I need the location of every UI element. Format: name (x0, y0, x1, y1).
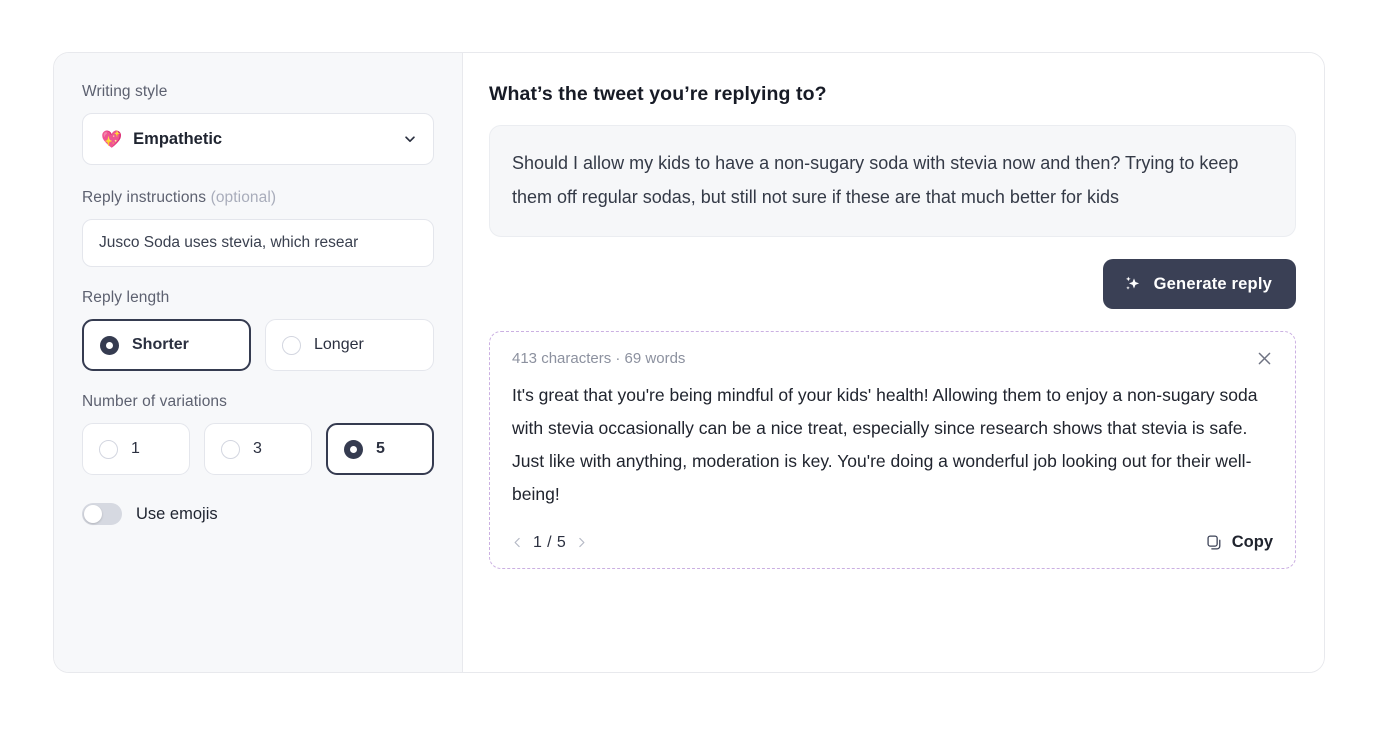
reply-instructions-optional-text: (optional) (210, 189, 277, 206)
chevron-left-icon[interactable] (512, 537, 523, 548)
reply-instructions-input[interactable]: Jusco Soda uses stevia, which resear (82, 219, 434, 267)
toggle-knob (84, 505, 102, 523)
variations-option-1[interactable]: 1 (82, 423, 190, 475)
chevron-down-icon (405, 136, 415, 143)
radio-icon (100, 335, 119, 355)
writing-style-value: Empathetic (133, 129, 223, 148)
writing-style-select[interactable]: 💖 Empathetic (82, 113, 434, 165)
reply-instructions-label-text: Reply instructions (82, 189, 207, 206)
main-panel: What’s the tweet you’re replying to? Sho… (463, 53, 1324, 672)
variations-option-5[interactable]: 5 (325, 423, 434, 475)
variation-pagination: 1 / 5 (512, 534, 587, 552)
reply-length-label: Reply length (82, 289, 434, 307)
generate-row: Generate reply (489, 259, 1296, 309)
use-emojis-toggle[interactable] (82, 503, 122, 525)
tweet-input-box[interactable]: Should I allow my kids to have a non-sug… (489, 125, 1296, 237)
writing-style-label: Writing style (82, 83, 434, 101)
radio-icon (99, 439, 118, 459)
generated-reply-header: 413 characters · 69 words (512, 350, 1273, 367)
reply-length-option-longer[interactable]: Longer (265, 319, 434, 371)
radio-icon (343, 439, 363, 459)
reply-instructions-label: Reply instructions (optional) (82, 189, 434, 207)
variations-label-text: Number of variations (82, 393, 228, 410)
copy-icon (1207, 535, 1221, 550)
use-emojis-label: Use emojis (136, 504, 218, 523)
sparkles-icon (1125, 276, 1139, 290)
character-word-count: 413 characters · 69 words (512, 350, 686, 367)
sparkling-heart-emoji: 💖 (101, 129, 123, 149)
reply-length-options: Shorter Longer (82, 319, 434, 371)
radio-icon (220, 439, 240, 459)
page-title: What’s the tweet you’re replying to? (489, 83, 827, 105)
use-emojis-row: Use emojis (82, 503, 434, 525)
generate-reply-button[interactable]: Generate reply (1102, 259, 1296, 309)
generated-reply-text: It's great that you're being mindful of … (512, 385, 1258, 504)
radio-icon (282, 335, 301, 355)
variations-option-3-label: 3 (252, 440, 262, 457)
copy-button-label: Copy (1231, 533, 1273, 551)
variations-options: 1 3 5 (82, 423, 434, 475)
chevron-right-icon[interactable] (576, 537, 587, 548)
reply-instructions-value: Jusco Soda uses stevia, which resear (99, 234, 359, 251)
variations-label: Number of variations (82, 393, 434, 411)
writing-style-label-text: Writing style (82, 83, 168, 100)
close-icon[interactable] (1256, 350, 1273, 367)
variations-option-5-label: 5 (375, 440, 385, 457)
reply-length-option-longer-label: Longer (314, 336, 364, 353)
pagination-counter: 1 / 5 (533, 533, 567, 551)
copy-button[interactable]: Copy (1206, 533, 1273, 552)
generated-reply-card: 413 characters · 69 words It's great tha… (489, 331, 1296, 569)
variations-option-3[interactable]: 3 (203, 423, 312, 475)
reply-length-option-shorter[interactable]: Shorter (82, 319, 251, 371)
generated-reply-footer: 1 / 5 Copy (512, 533, 1273, 552)
tweet-text: Should I allow my kids to have a non-sug… (512, 153, 1239, 207)
variations-option-1-label: 1 (131, 440, 140, 457)
reply-length-label-text: Reply length (82, 289, 170, 306)
reply-length-option-shorter-label: Shorter (132, 336, 189, 353)
settings-panel: Writing style 💖 Empathetic Reply instruc… (54, 53, 463, 672)
reply-generator-card: Writing style 💖 Empathetic Reply instruc… (53, 52, 1325, 673)
generate-reply-button-label: Generate reply (1153, 274, 1272, 293)
